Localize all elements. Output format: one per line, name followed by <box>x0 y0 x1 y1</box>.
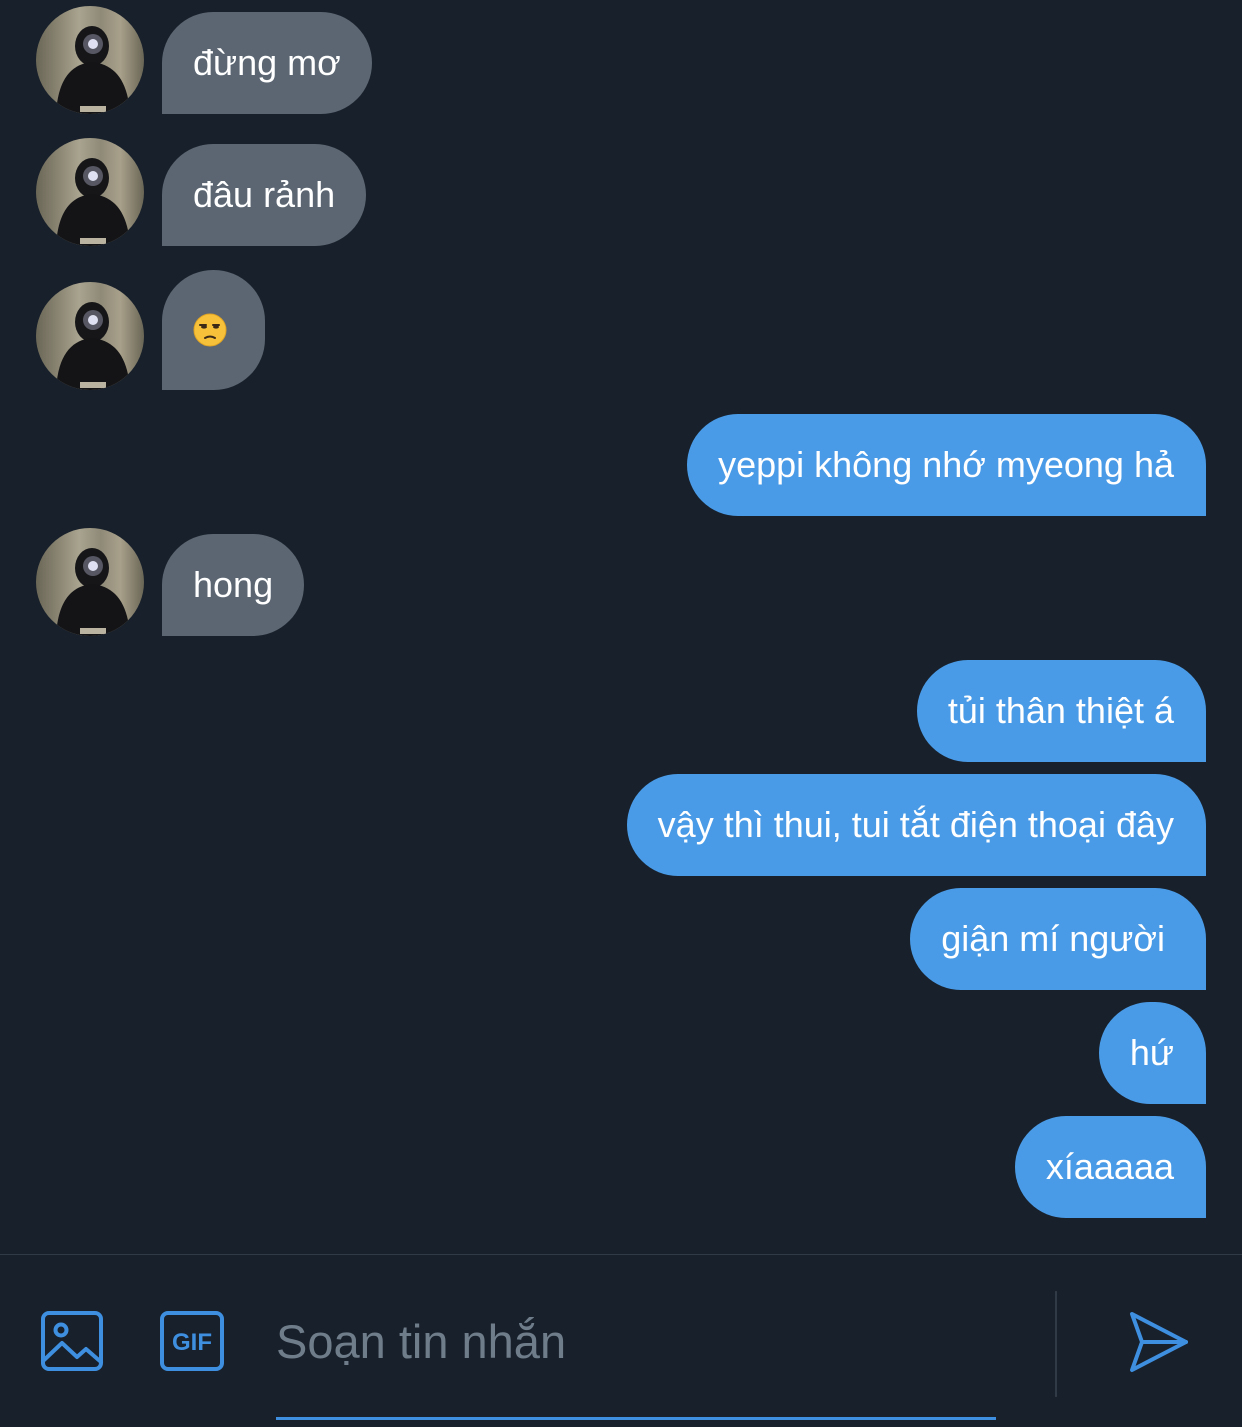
incoming-message[interactable]: đừng mơ <box>162 12 372 114</box>
message-text: vậy thì thui, tui tắt điện thoại đây <box>657 804 1174 845</box>
outgoing-message[interactable]: xíaaaaa <box>1014 1116 1206 1218</box>
svg-text:GIF: GIF <box>172 1329 212 1356</box>
message-input[interactable] <box>276 1311 996 1371</box>
message-text: giận mí người <box>941 918 1165 959</box>
outgoing-message[interactable]: giận mí người <box>910 888 1206 990</box>
gif-icon: GIF <box>160 1311 224 1371</box>
outgoing-message[interactable]: vậy thì thui, tui tắt điện thoại đây <box>626 774 1206 876</box>
message-thread: đừng mơ đâu rảnh yeppi không nhớ myeong … <box>0 0 1242 1254</box>
incoming-message[interactable]: đâu rảnh <box>162 144 367 246</box>
incoming-message[interactable]: 😒 <box>162 270 265 390</box>
send-button[interactable] <box>1124 1309 1192 1375</box>
message-text: hứ <box>1129 1032 1174 1073</box>
message-text: hong <box>193 564 274 605</box>
message-text: tủi thân thiệt á <box>947 690 1174 731</box>
gif-button[interactable]: GIF <box>158 1309 226 1373</box>
unamused-face-emoji <box>193 313 227 347</box>
outgoing-message[interactable]: tủi thân thiệt á <box>916 660 1206 762</box>
send-icon <box>1130 1312 1188 1372</box>
message-input-wrapper <box>276 1255 996 1420</box>
message-text: đừng mơ <box>193 42 341 83</box>
outgoing-message[interactable]: hứ <box>1098 1002 1206 1104</box>
avatar[interactable] <box>36 528 144 636</box>
incoming-message[interactable]: hong <box>162 534 305 636</box>
message-composer: GIF <box>0 1254 1242 1427</box>
message-text: xíaaaaa <box>1045 1146 1174 1187</box>
avatar[interactable] <box>36 6 144 114</box>
image-icon[interactable] <box>38 1309 106 1373</box>
message-text: đâu rảnh <box>193 174 336 215</box>
avatar[interactable] <box>36 138 144 246</box>
message-text: yeppi không nhớ myeong hả <box>718 444 1174 485</box>
avatar[interactable] <box>36 282 144 390</box>
composer-divider <box>1055 1291 1057 1397</box>
outgoing-message[interactable]: yeppi không nhớ myeong hả <box>687 414 1206 516</box>
